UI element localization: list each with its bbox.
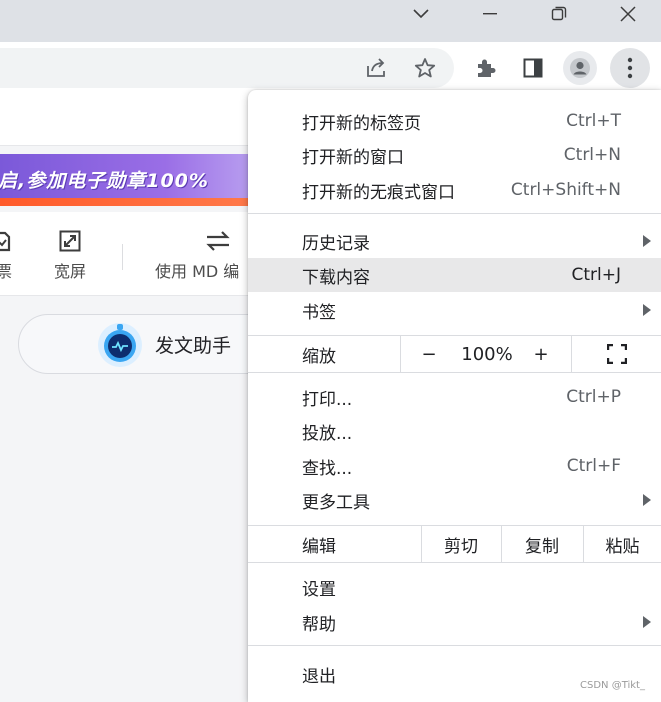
browser-toolbar — [0, 42, 661, 94]
minimize-icon — [483, 13, 497, 15]
ticket-tool[interactable]: 票 — [0, 230, 12, 282]
menu-divider — [571, 336, 572, 372]
minimize-button[interactable] — [457, 0, 523, 28]
ticket-tool-label: 票 — [0, 262, 13, 281]
share-icon — [367, 58, 385, 77]
menu-item-new-window[interactable]: 打开新的窗口 Ctrl+N — [248, 138, 661, 172]
profile-button[interactable] — [563, 51, 597, 85]
share-button[interactable] — [360, 51, 394, 85]
zoom-in-button[interactable]: + — [526, 338, 556, 370]
menu-item-label: 更多工具 — [302, 492, 370, 513]
submenu-arrow-icon — [643, 304, 651, 316]
bookmark-star-icon — [414, 58, 436, 78]
menu-item-find[interactable]: 查找... Ctrl+F — [248, 449, 661, 483]
restore-button[interactable] — [526, 0, 592, 28]
menu-item-label: 退出 — [302, 666, 336, 687]
zoom-out-button[interactable]: − — [414, 338, 444, 370]
switch-editor-label: 使用 MD 编 — [155, 262, 240, 281]
widescreen-tool[interactable]: 宽屏 — [54, 230, 86, 282]
side-panel-icon — [523, 58, 543, 78]
menu-item-bookmarks[interactable]: 书签 — [248, 293, 661, 327]
menu-item-label: 设置 — [302, 579, 336, 600]
menu-item-history[interactable]: 历史记录 — [248, 224, 661, 258]
menu-item-shortcut: Ctrl+N — [563, 145, 621, 165]
banner-text: 启,参加电子勋章100% — [0, 170, 209, 192]
submenu-arrow-icon — [643, 616, 651, 628]
submenu-arrow-icon — [643, 235, 651, 247]
side-panel-button[interactable] — [516, 51, 550, 85]
submenu-arrow-icon — [643, 494, 651, 506]
assistant-robot-icon — [98, 323, 142, 367]
edit-label: 编辑 — [302, 536, 336, 557]
menu-item-shortcut: Ctrl+F — [566, 456, 621, 476]
restore-icon — [551, 6, 567, 21]
menu-separator — [248, 213, 661, 214]
menu-divider — [400, 336, 401, 372]
assistant-label: 发文助手 — [155, 335, 232, 357]
menu-item-new-incognito-window[interactable]: 打开新的无痕式窗口 Ctrl+Shift+N — [248, 173, 661, 207]
menu-item-label: 打开新的窗口 — [302, 147, 404, 168]
menu-item-label: 打开新的无痕式窗口 — [302, 182, 455, 203]
zoom-label: 缩放 — [302, 346, 336, 367]
tab-search-button[interactable] — [388, 0, 454, 28]
browser-main-menu: 打开新的标签页 Ctrl+T 打开新的窗口 Ctrl+N 打开新的无痕式窗口 C… — [248, 90, 661, 702]
zoom-level: 100% — [461, 343, 513, 365]
menu-item-label: 打开新的标签页 — [302, 113, 421, 134]
menu-separator — [248, 562, 661, 563]
widescreen-tool-label: 宽屏 — [54, 262, 87, 281]
menu-item-label: 历史记录 — [302, 233, 370, 254]
menu-item-label: 查找... — [302, 458, 353, 479]
menu-item-label: 打印... — [302, 389, 353, 410]
copy-button[interactable]: 复制 — [502, 526, 582, 562]
fullscreen-icon — [607, 344, 627, 364]
chevron-down-icon — [413, 9, 429, 19]
switch-editor-icon — [206, 231, 230, 251]
menu-item-shortcut: Ctrl+J — [571, 265, 621, 285]
watermark: CSDN @Tikt_ — [580, 680, 645, 691]
close-icon — [620, 6, 636, 22]
menu-separator — [248, 645, 661, 646]
menu-item-label: 书签 — [302, 302, 336, 323]
paste-button[interactable]: 粘贴 — [584, 526, 661, 562]
menu-item-new-tab[interactable]: 打开新的标签页 Ctrl+T — [248, 104, 661, 138]
cut-button[interactable]: 剪切 — [422, 526, 500, 562]
address-bar[interactable] — [0, 48, 454, 88]
menu-item-settings[interactable]: 设置 — [248, 570, 661, 604]
menu-item-label: 下载内容 — [302, 267, 370, 288]
menu-item-downloads[interactable]: 下载内容 Ctrl+J — [248, 258, 661, 292]
menu-item-shortcut: Ctrl+T — [566, 111, 621, 131]
menu-item-print[interactable]: 打印... Ctrl+P — [248, 380, 661, 414]
widescreen-icon — [59, 230, 81, 252]
menu-separator — [248, 372, 661, 373]
ticket-icon — [0, 231, 11, 252]
menu-item-label: 投放... — [302, 423, 353, 444]
extensions-icon — [478, 59, 496, 77]
menu-item-shortcut: Ctrl+P — [566, 387, 621, 407]
more-menu-button[interactable] — [610, 48, 650, 88]
title-bar — [0, 0, 661, 42]
extensions-button[interactable] — [469, 51, 503, 85]
menu-item-label: 帮助 — [302, 614, 336, 635]
toolbar-divider — [122, 244, 123, 270]
fullscreen-button[interactable] — [600, 338, 634, 370]
menu-item-shortcut: Ctrl+Shift+N — [510, 180, 621, 200]
close-button[interactable] — [595, 0, 661, 28]
menu-item-more-tools[interactable]: 更多工具 — [248, 483, 661, 517]
more-menu-icon — [627, 57, 633, 79]
menu-item-help[interactable]: 帮助 — [248, 605, 661, 639]
switch-editor-tool[interactable]: 使用 MD 编 — [155, 230, 239, 282]
bookmark-button[interactable] — [408, 51, 442, 85]
profile-icon — [570, 58, 590, 78]
menu-item-cast[interactable]: 投放... — [248, 414, 661, 448]
